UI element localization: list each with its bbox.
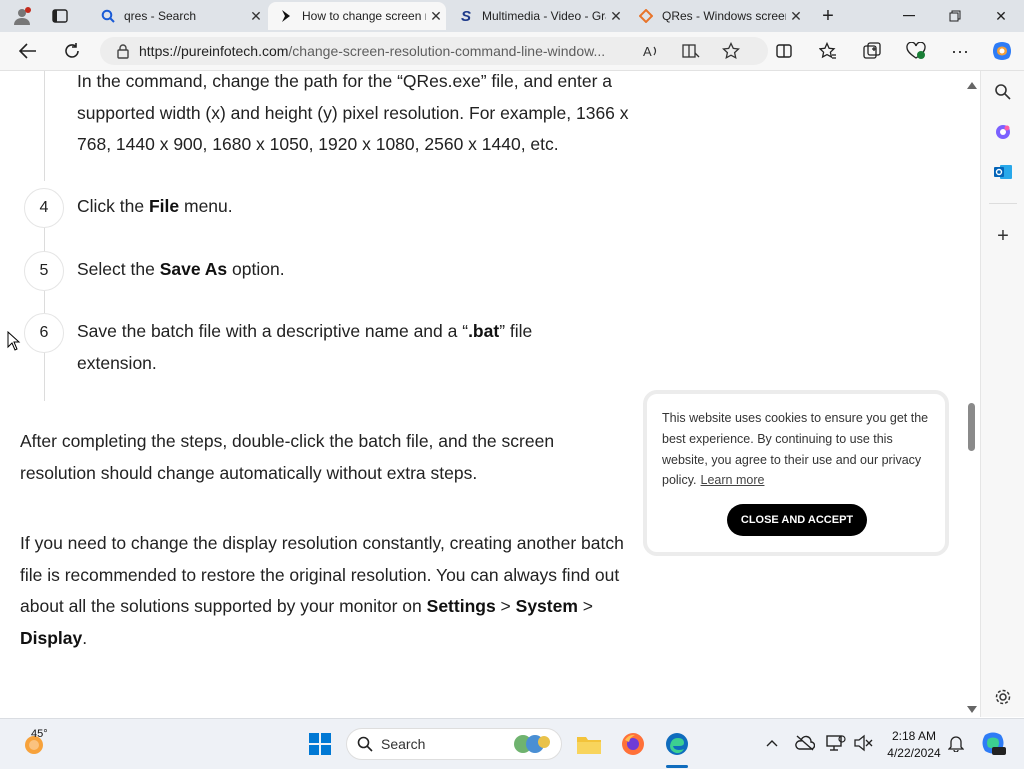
taskbar-search[interactable]: Search <box>346 728 562 760</box>
page-scrollbar[interactable] <box>964 71 980 717</box>
softpedia-icon: S <box>460 7 471 25</box>
favorites-icon[interactable] <box>814 38 842 64</box>
tab-pureinfotech[interactable]: How to change screen resolution ✕ <box>268 2 446 30</box>
show-hidden-icons-icon[interactable] <box>763 734 781 752</box>
display-network-icon[interactable] <box>825 733 847 753</box>
step-3-text: In the command, change the path for the … <box>77 71 629 154</box>
new-tab-icon[interactable]: + <box>815 4 841 28</box>
add-app-icon[interactable]: + <box>992 225 1014 247</box>
copilot-icon[interactable] <box>988 38 1016 64</box>
copilot-preview-icon[interactable] <box>979 729 1007 757</box>
immersive-reader-icon[interactable] <box>682 43 700 59</box>
volume-muted-icon[interactable] <box>852 733 874 753</box>
search-icon[interactable] <box>992 81 1014 103</box>
pureinfotech-icon <box>278 8 294 24</box>
tab-qres-windows[interactable]: QRes - Windows screen resolution ✕ <box>628 2 806 30</box>
step-6-text: Save the batch file with a descriptive n… <box>77 321 533 373</box>
search-highlights-icon <box>511 732 555 756</box>
outlook-icon[interactable] <box>992 161 1014 183</box>
step-connector <box>44 71 45 181</box>
step-number: 4 <box>24 188 64 228</box>
tab-multimedia[interactable]: S Multimedia - Video - Graphics ✕ <box>448 2 626 30</box>
step-connector <box>44 351 45 401</box>
tab-title: Multimedia - Video - Graphics <box>482 9 606 23</box>
taskbar: 45° Search 2:18 AM 4/22/2024 <box>0 718 1024 769</box>
navigation-bar: https://pureinfotech.com/change-screen-r… <box>0 32 1024 71</box>
step-5-text: Select the Save As option. <box>77 259 285 279</box>
read-aloud-icon[interactable]: A <box>642 43 660 59</box>
scrollbar-thumb[interactable] <box>968 403 975 451</box>
clock-time: 2:18 AM <box>891 729 937 743</box>
url-text[interactable]: https://pureinfotech.com/change-screen-r… <box>139 43 619 59</box>
qres-icon <box>638 8 654 24</box>
restore-icon[interactable] <box>932 0 978 32</box>
scroll-down-icon[interactable] <box>967 701 977 719</box>
search-label: Search <box>381 736 426 752</box>
weather-temp: 45° <box>31 728 48 740</box>
collections-icon[interactable] <box>858 38 886 64</box>
svg-text:A: A <box>643 44 652 59</box>
tab-actions-icon[interactable] <box>47 4 73 28</box>
edge-taskbar-icon[interactable] <box>662 730 692 758</box>
page-content: In the command, change the path for the … <box>0 71 980 717</box>
refresh-icon[interactable] <box>58 38 86 64</box>
display-path: Display <box>20 627 83 648</box>
learn-more-link[interactable]: Learn more <box>701 473 765 487</box>
sidebar-settings-icon[interactable] <box>992 686 1014 708</box>
cookie-banner: This website uses cookies to ensure you … <box>643 390 949 556</box>
settings-path: Settings <box>426 596 496 616</box>
mouse-cursor-icon <box>7 330 21 356</box>
favorite-star-icon[interactable] <box>722 42 740 60</box>
step-connector <box>44 291 45 313</box>
close-tab-icon[interactable]: ✕ <box>606 8 626 25</box>
search-icon <box>100 8 116 24</box>
browser-essentials-icon[interactable] <box>902 38 930 64</box>
step-number: 6 <box>24 313 64 353</box>
paragraph-after-steps: After completing the steps, double-click… <box>20 431 555 483</box>
lock-icon[interactable] <box>117 43 129 59</box>
clock-date: 4/22/2024 <box>887 746 941 760</box>
split-screen-icon[interactable] <box>770 38 798 64</box>
minimize-icon[interactable] <box>886 0 932 32</box>
address-bar[interactable]: https://pureinfotech.com/change-screen-r… <box>100 37 768 65</box>
edge-sidebar: + <box>980 71 1024 717</box>
tab-title: QRes - Windows screen resolution <box>662 9 786 23</box>
back-icon[interactable] <box>14 38 42 64</box>
tab-strip: qres - Search ✕ How to change screen res… <box>0 0 1024 32</box>
taskbar-clock[interactable]: 2:18 AM 4/22/2024 <box>880 728 948 762</box>
tab-qres-search[interactable]: qres - Search ✕ <box>90 2 266 30</box>
notification-bell-icon[interactable] <box>946 733 966 753</box>
system-path: System <box>515 596 578 616</box>
scroll-up-icon[interactable] <box>967 76 977 94</box>
step-4-text: Click the File menu. <box>77 196 233 216</box>
copilot-sidebar-icon[interactable] <box>992 121 1014 143</box>
close-tab-icon[interactable]: ✕ <box>426 8 446 25</box>
settings-menu-icon[interactable]: ··· <box>946 38 974 64</box>
onedrive-offline-icon[interactable] <box>794 733 816 753</box>
close-window-icon[interactable]: ✕ <box>978 0 1024 32</box>
tab-title: qres - Search <box>124 9 197 23</box>
sidebar-divider <box>989 203 1017 204</box>
paragraph-display-settings: If you need to change the display resolu… <box>20 533 624 648</box>
step-number: 5 <box>24 251 64 291</box>
start-icon[interactable] <box>308 732 332 756</box>
profile-icon[interactable] <box>9 4 35 28</box>
search-icon <box>357 736 373 752</box>
file-explorer-icon[interactable] <box>575 730 603 758</box>
tab-title: How to change screen resolution <box>302 9 426 23</box>
firefox-icon[interactable] <box>619 730 647 758</box>
close-tab-icon[interactable]: ✕ <box>246 8 266 25</box>
cookie-message: This website uses cookies to ensure you … <box>662 411 929 488</box>
close-and-accept-button[interactable]: CLOSE AND ACCEPT <box>727 504 867 536</box>
close-tab-icon[interactable]: ✕ <box>786 8 806 25</box>
